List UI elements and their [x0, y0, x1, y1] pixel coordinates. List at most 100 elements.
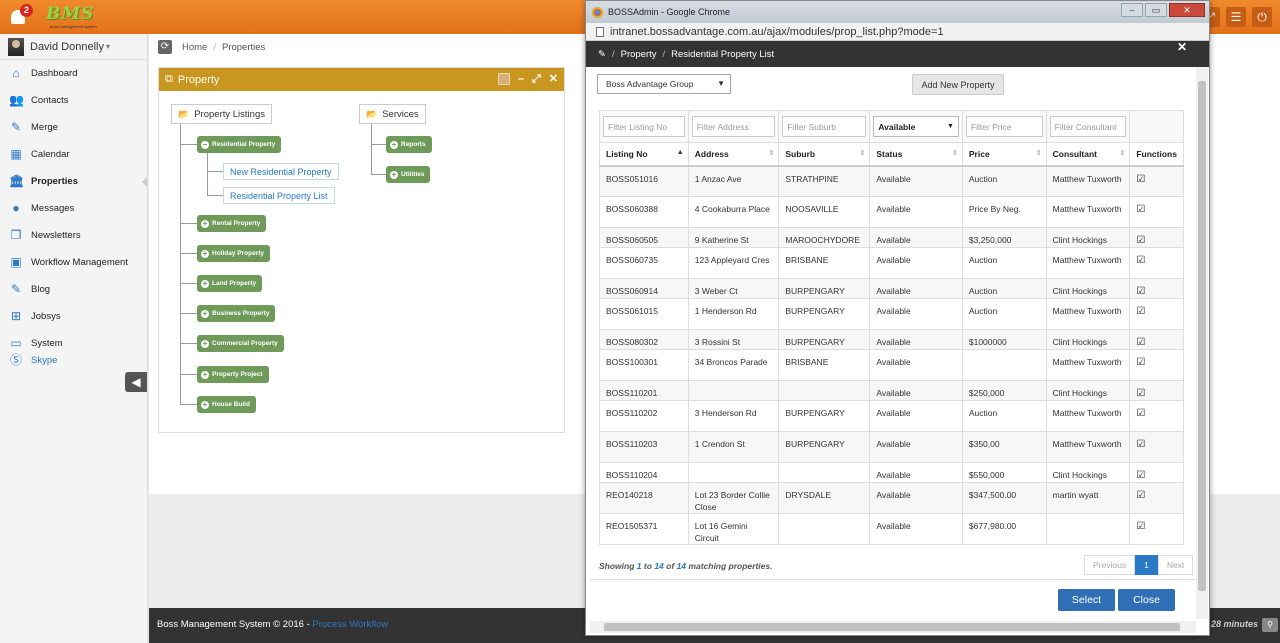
filter-consultant-input[interactable]: Filter Consultant: [1049, 116, 1127, 137]
sidebar-item-calendar[interactable]: ▦ Calendar: [0, 141, 147, 168]
sidebar-item-contacts[interactable]: 👥 Contacts: [0, 87, 147, 114]
edit-icon[interactable]: ☑: [1136, 255, 1145, 266]
node-residential-property[interactable]: − Residential Property: [197, 136, 282, 153]
edit-icon[interactable]: ☑: [1136, 439, 1145, 450]
app-logo[interactable]: BMS boss management system: [46, 4, 98, 30]
column-suburb[interactable]: Suburb ⇕: [778, 142, 871, 167]
table-row[interactable]: BOSS110204 Available $550,000 Clint Hocking…: [599, 462, 1184, 483]
sidebar-item-blog[interactable]: ✎ Blog: [0, 276, 147, 303]
refresh-icon[interactable]: ⟳: [158, 40, 172, 54]
table-row[interactable]: BOSS110201 Available $250,000 Clint Hocking…: [599, 380, 1184, 401]
sidebar-item-newsletters[interactable]: ❐ Newsletters: [0, 222, 147, 249]
column-listing-no[interactable]: Listing No ▲: [599, 142, 689, 167]
sitemap-icon: ⊞: [10, 309, 22, 323]
column-consultant[interactable]: Consultant ⇕: [1045, 142, 1131, 167]
table-row[interactable]: BOSS060735 123 Appleyard Cres BRISBANE Avai…: [599, 247, 1184, 279]
link-residential-property-list[interactable]: Residential Property List: [223, 187, 335, 204]
select-button[interactable]: Select: [1058, 589, 1115, 611]
close-icon[interactable]: ✕: [549, 73, 558, 85]
edit-icon[interactable]: ☑: [1136, 521, 1145, 532]
breadcrumb-property[interactable]: Property: [621, 49, 657, 60]
fullscreen-icon[interactable]: ⤢: [532, 73, 541, 85]
edit-icon[interactable]: ☑: [1136, 408, 1145, 419]
column-address[interactable]: Address ⇕: [687, 142, 780, 167]
close-icon[interactable]: ✕: [1177, 40, 1187, 54]
color-swatch-button[interactable]: [497, 73, 510, 85]
vertical-scrollbar[interactable]: [1196, 67, 1208, 619]
edit-icon[interactable]: ☑: [1136, 204, 1145, 215]
filter-suburb-input[interactable]: Filter Suburb: [782, 116, 867, 137]
breadcrumb-home[interactable]: Home: [182, 42, 207, 53]
edit-icon[interactable]: ☑: [1136, 490, 1145, 501]
table-row[interactable]: BOSS100301 34 Broncos Parade BRISBANE Avail…: [599, 349, 1184, 381]
property-listings-folder[interactable]: 📂 Property Listings: [171, 104, 272, 124]
window-close-button[interactable]: ✕: [1169, 3, 1205, 17]
filter-listing-input[interactable]: Filter Listing No: [603, 116, 685, 137]
node-house-build[interactable]: + House Build: [197, 396, 256, 413]
node-land-property[interactable]: + Land Property: [197, 275, 263, 292]
link-icon[interactable]: ⚲: [1262, 618, 1278, 632]
horizontal-scrollbar[interactable]: [590, 621, 1196, 633]
node-rental-property[interactable]: + Rental Property: [197, 215, 267, 232]
node-reports[interactable]: + Reports: [386, 136, 432, 153]
add-new-property-button[interactable]: Add New Property: [912, 74, 1004, 95]
sidebar-item-messages[interactable]: ● Messages: [0, 195, 147, 222]
notifications-button[interactable]: 2: [8, 4, 33, 28]
sidebar-item-jobsys[interactable]: ⊞ Jobsys: [0, 303, 147, 330]
node-commercial-property[interactable]: + Commercial Property: [197, 335, 284, 352]
close-button[interactable]: Close: [1118, 589, 1175, 611]
sidebar-item-label: Calendar: [31, 149, 70, 160]
node-utilities[interactable]: + Utilities: [386, 166, 431, 183]
group-select[interactable]: Boss Advantage Group ▼: [597, 74, 731, 94]
sidebar-item-dashboard[interactable]: ⌂ Dashboard: [0, 60, 147, 87]
collapse-sidebar-button[interactable]: ◀: [125, 372, 147, 392]
link-new-residential-property[interactable]: New Residential Property: [223, 163, 339, 180]
edit-icon[interactable]: ☑: [1136, 357, 1145, 368]
column-status[interactable]: Status ⇕: [869, 142, 963, 167]
services-folder[interactable]: 📂 Services: [359, 104, 426, 124]
edit-icon[interactable]: ☑: [1136, 235, 1145, 246]
footer-link[interactable]: Process Workflow: [312, 619, 388, 630]
user-menu[interactable]: David Donnelly ▾: [0, 34, 147, 60]
edit-icon[interactable]: ☑: [1136, 286, 1145, 297]
comment-icon: ●: [12, 201, 20, 215]
table-row[interactable]: BOSS051016 1 Anzac Ave STRATHPINE Available…: [599, 165, 1184, 197]
sidebar-item-workflow[interactable]: ▣ Workflow Management: [0, 249, 147, 276]
node-property-project[interactable]: + Property Project: [197, 366, 269, 383]
table-row[interactable]: BOSS110202 3 Henderson Rd BURPENGARY Availa…: [599, 400, 1184, 432]
edit-icon[interactable]: ☑: [1136, 174, 1145, 185]
node-holiday-property[interactable]: + Holiday Property: [197, 245, 271, 262]
table-row[interactable]: REO140218 Lot 23 Border Collie Close DRYSD…: [599, 482, 1184, 514]
sidebar-item-skype[interactable]: Ⓢ Skype: [0, 353, 147, 367]
edit-icon[interactable]: ☑: [1136, 337, 1145, 348]
pagination-page-1[interactable]: 1: [1135, 555, 1158, 575]
node-business-property[interactable]: + Business Property: [197, 305, 276, 322]
table-row[interactable]: REO1505371 Lot 16 Gemini Circuit Available…: [599, 513, 1184, 545]
pagination-next[interactable]: Next: [1157, 555, 1194, 575]
sidebar-item-merge[interactable]: ✎ Merge: [0, 114, 147, 141]
column-price[interactable]: Price ⇕: [961, 142, 1047, 167]
window-maximize-button[interactable]: ▭: [1145, 3, 1167, 17]
property-panel: ⧉ Property – ⤢ ✕ 📂 Property Listings 📂 Ser…: [158, 67, 565, 433]
logout-icon[interactable]: ⏻: [1252, 7, 1272, 27]
edit-icon[interactable]: ☑: [1136, 470, 1145, 481]
table-cell: martin wyatt: [1045, 482, 1131, 514]
edit-icon[interactable]: ☑: [1136, 388, 1145, 399]
sidebar-item-properties[interactable]: 🏛 Properties: [0, 168, 147, 195]
table-row[interactable]: BOSS110203 1 Crendon St BURPENGARY Availabl…: [599, 431, 1184, 463]
menu-icon[interactable]: ☰: [1226, 7, 1246, 27]
table-row[interactable]: BOSS061015 1 Henderson Rd BURPENGARY Availa…: [599, 298, 1184, 330]
table-row[interactable]: BOSS060505 9 Katherine St MAROOCHYDORE Avai…: [599, 227, 1184, 248]
chevron-down-icon: ▾: [105, 42, 110, 51]
table-row[interactable]: BOSS080302 3 Rossini St BURPENGARY Availabl…: [599, 329, 1184, 350]
address-bar[interactable]: intranet.bossadvantage.com.au/ajax/modul…: [586, 23, 1209, 41]
table-row[interactable]: BOSS060914 3 Weber Ct BURPENGARY Available A…: [599, 278, 1184, 299]
filter-price-input[interactable]: Filter Price: [965, 116, 1043, 137]
minimize-icon[interactable]: –: [518, 73, 524, 85]
pagination-previous[interactable]: Previous: [1084, 555, 1136, 575]
filter-address-input[interactable]: Filter Address: [691, 116, 776, 137]
window-minimize-button[interactable]: –: [1121, 3, 1143, 17]
edit-icon[interactable]: ☑: [1136, 306, 1145, 317]
filter-status-select[interactable]: Available ▼: [873, 116, 959, 137]
table-row[interactable]: BOSS060388 4 Cookaburra Place NOOSAVILLE Av…: [599, 196, 1184, 228]
